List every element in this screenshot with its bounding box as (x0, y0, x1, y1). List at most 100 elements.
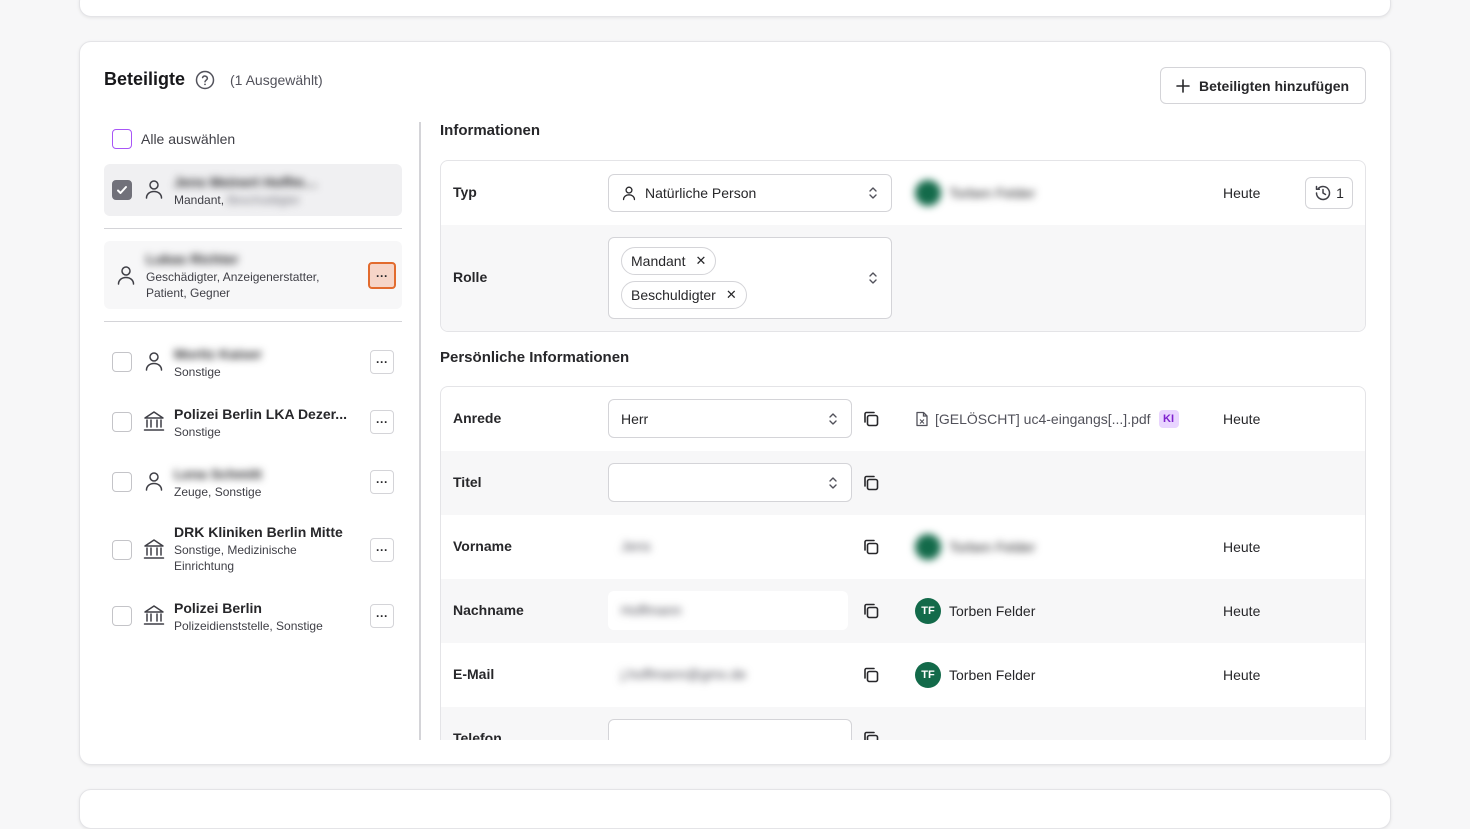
list-item[interactable]: Lena Schmitt Zeuge, Sonstige ··· (104, 454, 402, 510)
vorname-source: Torben Felder (915, 534, 1035, 560)
typ-select[interactable]: Natürliche Person (608, 174, 892, 212)
remove-tag-icon[interactable]: ✕ (726, 287, 737, 303)
telefon-row: Telefon (441, 707, 1365, 740)
participant-role: Sonstige, Medizinische Einrichtung (174, 543, 297, 573)
help-icon[interactable] (195, 70, 215, 90)
email-source: TF Torben Felder (915, 662, 1035, 688)
check-icon (117, 186, 127, 194)
email-row: E-Mail j.hoffmann@gmx.de TF Torben Felde… (441, 643, 1365, 707)
item-menu-button[interactable]: ··· (370, 470, 394, 494)
avatar (915, 534, 941, 560)
divider (104, 228, 402, 229)
item-menu-button[interactable]: ··· (370, 350, 394, 374)
email-label: E-Mail (453, 666, 495, 682)
role-tag-mandant: Mandant ✕ (621, 247, 717, 275)
rolle-label: Rolle (453, 269, 488, 285)
participant-role: Geschädigter, Anzeigenerstatter, Patient… (146, 270, 320, 300)
role-tag-label: Beschuldigter (631, 287, 716, 303)
list-item[interactable]: DRK Kliniken Berlin Mitte Sonstige, Medi… (104, 514, 402, 586)
participant-name: Polizei Berlin LKA Dezer... (174, 406, 347, 422)
nachname-label: Nachname (453, 602, 524, 618)
chevron-updown-icon (829, 476, 837, 489)
email-date: Heute (1223, 667, 1261, 683)
vorname-source-name: Torben Felder (949, 539, 1036, 555)
personal-section-title: Persönliche Informationen (440, 349, 630, 366)
copy-icon[interactable] (862, 602, 880, 620)
vorname-date: Heute (1223, 539, 1261, 555)
add-participant-button[interactable]: Beteiligten hinzufügen (1160, 67, 1366, 104)
email-value[interactable]: j.hoffmann@gmx.de (621, 666, 746, 682)
history-count: 1 (1336, 185, 1344, 201)
source-file-name[interactable]: [GELÖSCHT] uc4-eingangs[...].pdf (935, 411, 1151, 427)
rolle-row: Rolle Mandant ✕ Beschuldigter ✕ (441, 225, 1365, 331)
list-item[interactable]: Jens Meinert Hoffmann Mandant, Beschuldi… (104, 164, 402, 216)
copy-icon[interactable] (862, 730, 880, 740)
next-card (79, 789, 1391, 829)
role-tag-beschuldigter: Beschuldigter ✕ (621, 281, 747, 309)
anrede-label: Anrede (453, 410, 502, 426)
item-menu-button[interactable]: ··· (370, 604, 394, 628)
nachname-row: Nachname Hoffmann TF Torben Felder Heute (441, 579, 1365, 643)
item-checkbox[interactable] (112, 540, 132, 560)
list-item[interactable]: Lukas Richter Geschädigter, Anzeigenerst… (104, 241, 402, 309)
copy-icon[interactable] (862, 474, 880, 492)
avatar: TF (915, 662, 941, 688)
info-box: Typ Natürliche Person Torben Felder Heut… (440, 160, 1366, 332)
copy-icon[interactable] (862, 538, 880, 556)
copy-icon[interactable] (862, 410, 880, 428)
add-participant-label: Beteiligten hinzufügen (1199, 77, 1350, 94)
anrede-select[interactable]: Herr (608, 399, 852, 438)
participant-role: Sonstige (174, 365, 221, 379)
item-menu-button[interactable]: ··· (370, 410, 394, 434)
participant-role: Mandant, Beschuldigter (174, 193, 301, 207)
select-all[interactable]: Alle auswählen (112, 129, 235, 149)
list-item[interactable]: Polizei Berlin Polizeidienststelle, Sons… (104, 590, 402, 646)
item-menu-button[interactable]: ··· (368, 262, 396, 289)
history-button[interactable]: 1 (1305, 177, 1353, 209)
select-all-label: Alle auswählen (141, 131, 236, 147)
role-tag-label: Mandant (631, 253, 686, 269)
telefon-input[interactable] (608, 719, 852, 740)
item-menu-button[interactable]: ··· (370, 538, 394, 562)
typ-label: Typ (453, 184, 477, 200)
nachname-date: Heute (1223, 603, 1261, 619)
rolle-select[interactable]: Mandant ✕ Beschuldigter ✕ (608, 237, 892, 319)
email-source-name: Torben Felder (949, 667, 1036, 683)
nachname-source-name: Torben Felder (949, 603, 1036, 619)
item-checkbox[interactable] (112, 412, 132, 432)
participant-name: Lukas Richter (146, 251, 239, 267)
file-icon (916, 411, 928, 427)
anrede-date: Heute (1223, 411, 1261, 427)
section-title: Beteiligte (104, 69, 186, 89)
history-icon (1315, 185, 1331, 201)
building-icon (143, 411, 165, 431)
nachname-source: TF Torben Felder (915, 598, 1035, 624)
anrede-source[interactable]: [GELÖSCHT] uc4-eingangs[...].pdf KI (915, 410, 1179, 428)
item-checkbox[interactable] (112, 180, 132, 200)
list-item[interactable]: Moritz Kaiser Sonstige ··· (104, 334, 402, 390)
remove-tag-icon[interactable]: ✕ (695, 253, 706, 269)
item-checkbox[interactable] (112, 472, 132, 492)
list-item[interactable]: Polizei Berlin LKA Dezer... Sonstige ··· (104, 394, 402, 450)
anrede-row: Anrede Herr [GELÖSCHT] uc4-eingangs[...]… (441, 387, 1365, 451)
personal-box: Anrede Herr [GELÖSCHT] uc4-eingangs[...]… (440, 386, 1366, 740)
select-all-checkbox[interactable] (112, 129, 132, 149)
vorname-label: Vorname (453, 538, 512, 554)
nachname-value[interactable]: Hoffmann (621, 602, 681, 618)
item-checkbox[interactable] (112, 352, 132, 372)
typ-source: Torben Felder (915, 180, 1035, 206)
vorname-value[interactable]: Jens (621, 538, 651, 554)
previous-card (79, 0, 1391, 17)
selected-count: (1 Ausgewählt) (230, 72, 323, 88)
chevron-updown-icon (869, 272, 877, 284)
copy-icon[interactable] (862, 666, 880, 684)
item-checkbox[interactable] (112, 606, 132, 626)
titel-select[interactable] (608, 463, 852, 502)
participant-role: Zeuge, Sonstige (174, 485, 262, 499)
divider (104, 321, 402, 322)
person-icon (145, 472, 163, 491)
telefon-label: Telefon (453, 730, 502, 740)
participant-role: Sonstige (174, 425, 221, 439)
person-icon (622, 186, 636, 201)
avatar (915, 180, 941, 206)
